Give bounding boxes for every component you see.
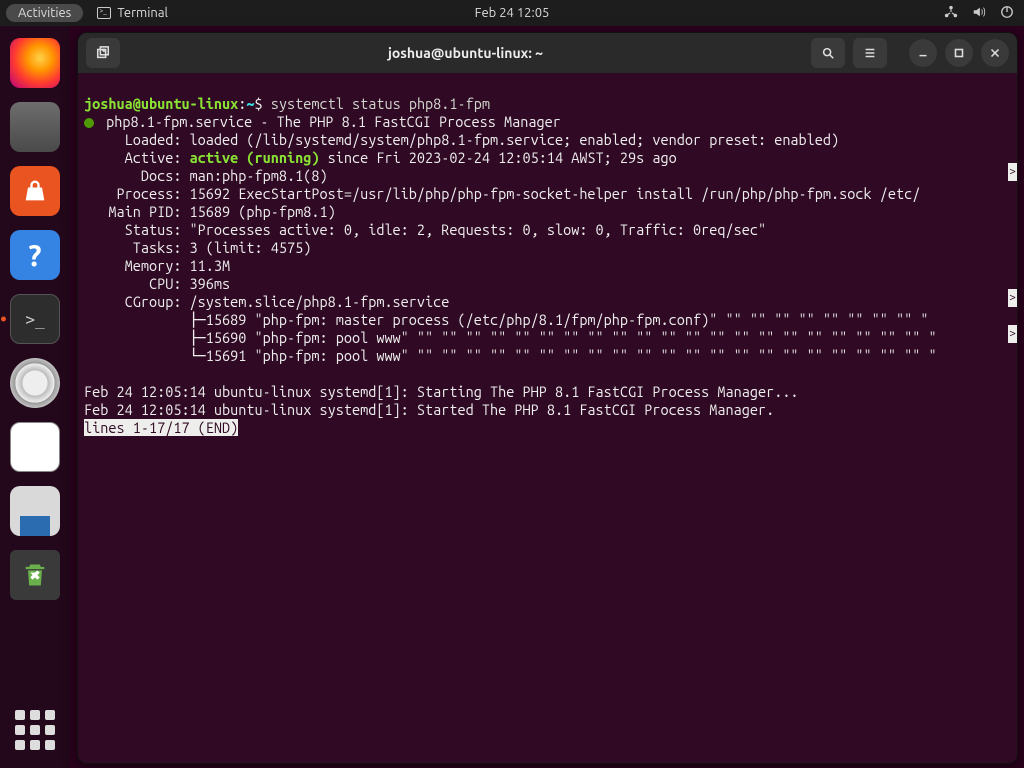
- maximize-button[interactable]: [945, 39, 973, 67]
- loaded-line: Loaded: loaded (/lib/systemd/system/php8…: [84, 131, 839, 148]
- status-dot-icon: [84, 118, 94, 128]
- dock-text-editor[interactable]: [10, 422, 60, 472]
- activities-button[interactable]: Activities: [6, 4, 83, 22]
- window-title: joshua@ubuntu-linux: ~: [128, 45, 803, 61]
- cgroup-tree-1: ├─15689 "php-fpm: master process (/etc/p…: [84, 311, 928, 328]
- active-value: active (running): [190, 149, 320, 166]
- memory-line: Memory: 11.3M: [84, 257, 230, 274]
- dock-terminal[interactable]: >_: [10, 294, 60, 344]
- scroll-indicator-icon: >: [1008, 163, 1017, 181]
- prompt-dollar: $: [255, 95, 271, 112]
- unit-line: php8.1-fpm.service - The PHP 8.1 FastCGI…: [98, 113, 561, 130]
- cgroup-tree-3: └─15691 "php-fpm: pool www" "" "" "" "" …: [84, 347, 937, 364]
- minimize-button[interactable]: [909, 39, 937, 67]
- active-app-indicator[interactable]: Terminal: [97, 6, 168, 20]
- dock-files[interactable]: [10, 102, 60, 152]
- clock[interactable]: Feb 24 12:05: [475, 6, 550, 20]
- prompt-userhost: joshua@ubuntu-linux: [84, 95, 238, 112]
- journal-line-1: Feb 24 12:05:14 ubuntu-linux systemd[1]:…: [84, 383, 799, 400]
- dock-save[interactable]: [10, 486, 60, 536]
- status-line: Status: "Processes active: 0, idle: 2, R…: [84, 221, 766, 238]
- volume-icon[interactable]: [972, 5, 986, 22]
- prompt-path: ~: [246, 95, 254, 112]
- search-button[interactable]: [811, 38, 845, 68]
- cpu-line: CPU: 396ms: [84, 275, 230, 292]
- mainpid-line: Main PID: 15689 (php-fpm8.1): [84, 203, 336, 220]
- scroll-indicator-icon: >: [1008, 325, 1017, 343]
- active-rest: since Fri 2023-02-24 12:05:14 AWST; 29s …: [319, 149, 676, 166]
- system-tray[interactable]: [944, 5, 1014, 22]
- active-app-label: Terminal: [117, 6, 168, 20]
- journal-line-2: Feb 24 12:05:14 ubuntu-linux systemd[1]:…: [84, 401, 774, 418]
- dock: ? >_: [0, 26, 70, 768]
- cgroup-line: CGroup: /system.slice/php8.1-fpm.service: [84, 293, 449, 310]
- network-icon[interactable]: [944, 5, 958, 22]
- docs-line: Docs: man:php-fpm8.1(8): [84, 167, 328, 184]
- close-button[interactable]: [981, 39, 1009, 67]
- tasks-line: Tasks: 3 (limit: 4575): [84, 239, 311, 256]
- dock-help[interactable]: ?: [10, 230, 60, 280]
- scroll-indicator-icon: >: [1008, 289, 1017, 307]
- dock-trash[interactable]: [10, 550, 60, 600]
- show-applications-button[interactable]: [15, 710, 55, 750]
- gnome-topbar: Activities Terminal Feb 24 12:05: [0, 0, 1024, 26]
- command: systemctl status php8.1-fpm: [271, 95, 490, 112]
- dock-firefox[interactable]: [10, 38, 60, 88]
- active-label: Active:: [84, 149, 190, 166]
- dock-software-center[interactable]: [10, 166, 60, 216]
- hamburger-menu-button[interactable]: [853, 38, 887, 68]
- pager-status: lines 1-17/17 (END): [84, 419, 238, 436]
- terminal-window: joshua@ubuntu-linux: ~ joshua@ubuntu-lin…: [77, 32, 1018, 764]
- process-line: Process: 15692 ExecStartPost=/usr/lib/ph…: [84, 185, 920, 202]
- window-titlebar: joshua@ubuntu-linux: ~: [78, 33, 1017, 73]
- terminal-icon: [97, 7, 111, 19]
- power-icon[interactable]: [1000, 5, 1014, 22]
- terminal-output[interactable]: joshua@ubuntu-linux:~$ systemctl status …: [78, 73, 1017, 763]
- cgroup-tree-2: ├─15690 "php-fpm: pool www" "" "" "" "" …: [84, 329, 937, 346]
- new-tab-button[interactable]: [86, 38, 120, 68]
- dock-disk[interactable]: [10, 358, 60, 408]
